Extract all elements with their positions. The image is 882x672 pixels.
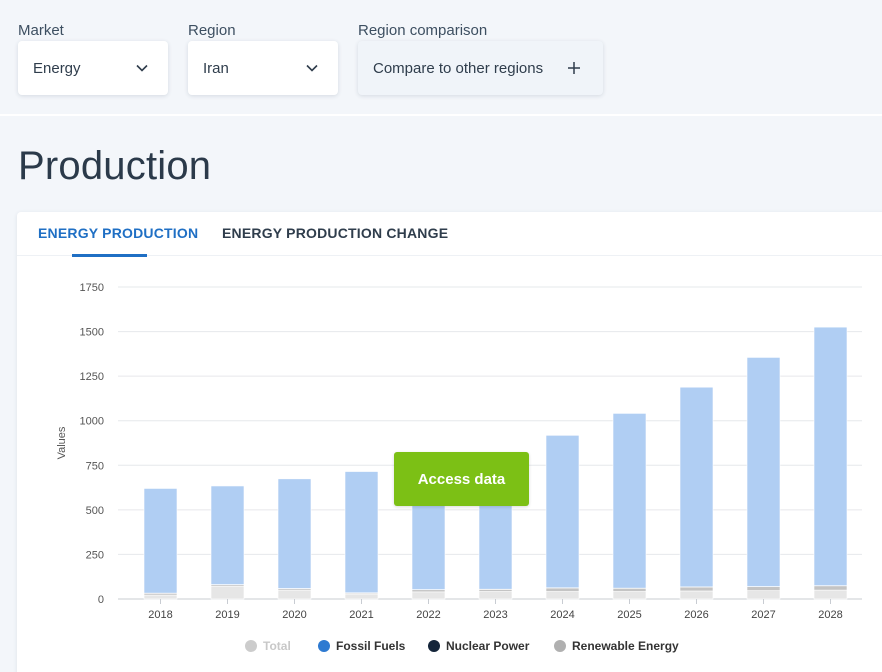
legend-label: Nuclear Power (446, 639, 530, 653)
x-tick-label: 2026 (684, 609, 708, 621)
legend-dot (428, 640, 440, 652)
bar-total (143, 594, 178, 600)
bar-fossil-fuels (344, 471, 379, 594)
x-tick-label: 2023 (483, 609, 507, 621)
energy-production-chart: 0 250 500 750 1000 1250 1500 1750 Values 2018 2019… (56, 282, 862, 621)
legend-item-nuclear-power[interactable]: Nuclear Power (428, 639, 529, 653)
y-tick-label: 500 (86, 505, 104, 517)
bar-renewable-energy (612, 588, 647, 592)
x-tick-label: 2018 (148, 609, 172, 621)
y-tick-label: 1750 (80, 282, 104, 294)
bar-fossil-fuels (411, 493, 446, 590)
bar-renewable-energy (545, 587, 580, 592)
y-axis-label: Values (56, 426, 68, 459)
bar-total (344, 593, 379, 600)
bar-fossil-fuels (545, 435, 580, 589)
x-tick-label: 2020 (282, 609, 306, 621)
bar-renewable-energy (746, 586, 781, 591)
bar-total (411, 591, 446, 600)
bar-fossil-fuels (478, 492, 513, 590)
y-tick-label: 750 (86, 460, 104, 472)
legend-label: Total (263, 639, 291, 653)
bar-total (746, 590, 781, 600)
bar-fossil-fuels (679, 386, 714, 588)
bar-total (277, 589, 312, 600)
y-tick-label: 1500 (80, 327, 104, 339)
access-data-button[interactable]: Access data (394, 452, 529, 506)
y-tick-label: 250 (86, 549, 104, 561)
x-tick-label: 2021 (349, 609, 373, 621)
legend-dot (318, 640, 330, 652)
y-tick-label: 1000 (80, 416, 104, 428)
legend-item-fossil-fuels[interactable]: Fossil Fuels (318, 639, 405, 653)
bar-renewable-energy (478, 589, 513, 592)
x-tick-label: 2028 (818, 609, 842, 621)
x-tick-label: 2027 (751, 609, 775, 621)
bar-fossil-fuels (277, 478, 312, 589)
bar-fossil-fuels (746, 357, 781, 587)
bar-total (612, 591, 647, 600)
bar-renewable-energy (813, 585, 848, 591)
bar-total (545, 591, 580, 600)
bar-total (679, 590, 714, 600)
bar-fossil-fuels (612, 413, 647, 589)
bar-renewable-energy (679, 586, 714, 592)
bar-fossil-fuels (813, 326, 848, 586)
legend-label: Renewable Energy (572, 639, 679, 653)
bar-fossil-fuels (210, 485, 245, 585)
legend-item-total[interactable]: Total (245, 639, 291, 653)
x-tick-label: 2025 (617, 609, 641, 621)
legend-dot (554, 640, 566, 652)
legend-item-renewable-energy[interactable]: Renewable Energy (554, 639, 679, 653)
bar-renewable-energy (411, 589, 446, 593)
x-tick-label: 2019 (215, 609, 239, 621)
x-tick-label: 2022 (416, 609, 440, 621)
legend-dot (245, 640, 257, 652)
bar-total (478, 591, 513, 600)
y-tick-label: 0 (98, 594, 104, 606)
bar-fossil-fuels (143, 488, 178, 594)
y-tick-label: 1250 (80, 371, 104, 383)
chart-legend: Total Fossil Fuels Nuclear Power Renewab… (0, 639, 882, 655)
bar-total (813, 589, 848, 600)
x-tick-label: 2024 (550, 609, 574, 621)
bar-total (210, 585, 245, 600)
legend-label: Fossil Fuels (336, 639, 406, 653)
